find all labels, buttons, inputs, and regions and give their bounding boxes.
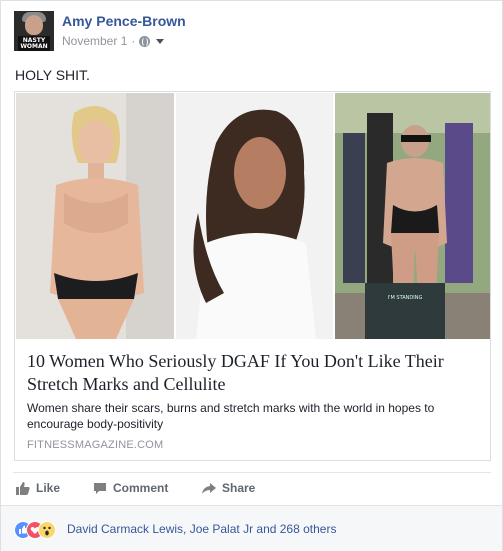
thumbs-up-icon [16,481,30,495]
link-preview[interactable]: I'M STANDING 10 Women Who Seriously DGAF… [14,91,491,461]
post-meta: November 1 · [62,34,165,48]
like-button[interactable]: Like [16,481,60,495]
svg-text:I'M STANDING: I'M STANDING [388,295,423,301]
link-domain: FITNESSMAGAZINE.COM [27,439,164,451]
avatar-shirt-text: NASTY WOMAN [20,37,48,50]
like-label: Like [36,481,61,495]
feed-post: NASTY WOMAN Amy Pence-Brown November 1 ·… [0,0,503,551]
woman-portrait-image [16,93,174,339]
reaction-icons[interactable] [14,521,66,539]
meta-separator: · [131,34,136,48]
reaction-summary[interactable]: David Carmack Lewis, Joe Palat Jr and 26… [67,522,336,536]
post-date[interactable]: November 1 [62,34,127,48]
comment-label: Comment [113,481,169,495]
globe-icon[interactable] [139,35,151,47]
avatar-face [25,15,43,35]
share-arrow-icon [202,482,216,494]
share-label: Share [222,481,256,495]
link-image-3[interactable]: I'M STANDING [335,93,490,339]
comment-button[interactable]: Comment [93,481,168,495]
crowd-photo-image: I'M STANDING [335,93,490,339]
post-actions: Like Comment Share [13,472,491,505]
avatar[interactable]: NASTY WOMAN [14,11,54,51]
chevron-down-icon[interactable] [156,38,165,44]
post-text: HOLY SHIT. [15,67,90,83]
author-name[interactable]: Amy Pence-Brown [62,13,186,29]
wow-icon [38,521,56,539]
woman-portrait-image [176,93,333,339]
link-image-1[interactable] [16,93,174,339]
link-image-2[interactable] [176,93,333,339]
link-description: Women share their scars, burns and stret… [27,401,435,431]
comment-icon [94,482,106,494]
share-button[interactable]: Share [202,481,255,495]
reactions-bar: David Carmack Lewis, Joe Palat Jr and 26… [1,505,502,551]
link-title[interactable]: 10 Women Who Seriously DGAF If You Don't… [27,350,482,396]
